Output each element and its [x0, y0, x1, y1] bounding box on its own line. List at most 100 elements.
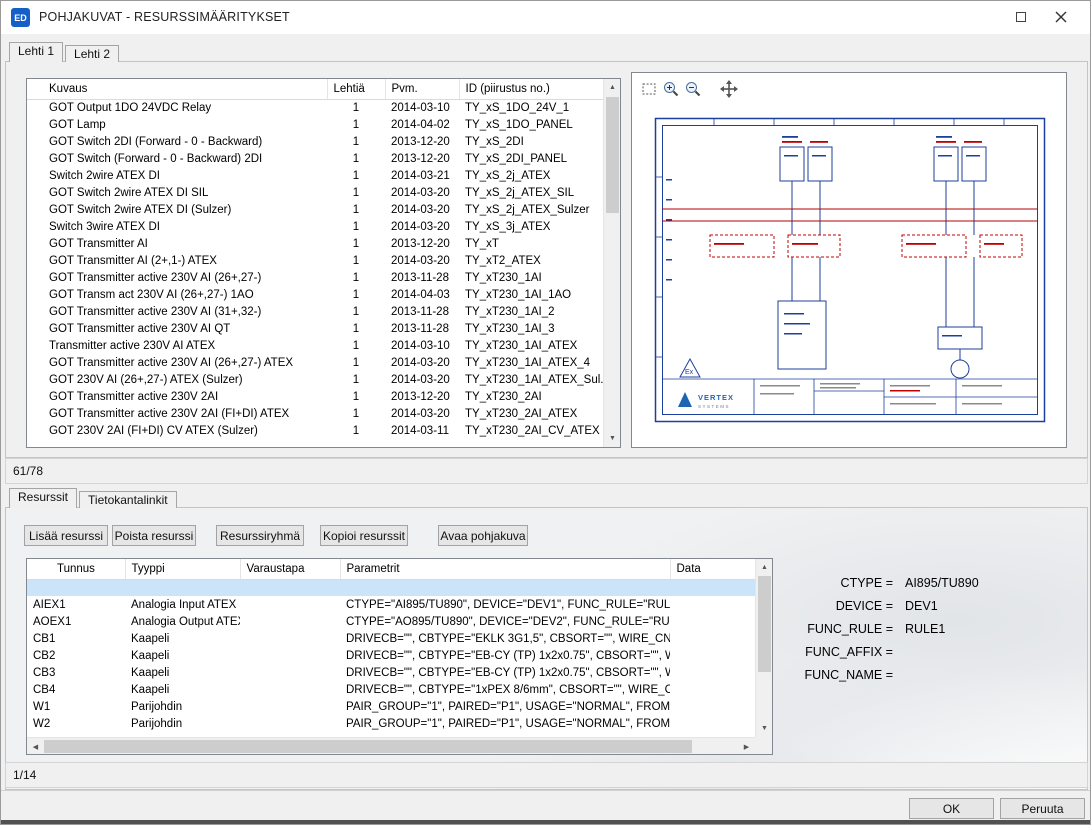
- cell-id: TY_xS_3j_ATEX: [459, 218, 605, 235]
- titlebar[interactable]: ED POHJAKUVAT - RESURSSIMÄÄRITYKSET: [1, 1, 1090, 34]
- close-button[interactable]: [1038, 1, 1084, 33]
- schematic-drawing[interactable]: Ex VERTEX SYSTEMS: [654, 117, 1046, 423]
- column-header-tunnus[interactable]: Tunnus: [27, 559, 125, 579]
- column-header-id[interactable]: ID (piirustus no.): [459, 79, 605, 99]
- cell-lehtia: 1: [327, 269, 385, 286]
- table-row[interactable]: GOT Transmitter active 230V 2AI (FI+DI) …: [27, 405, 605, 422]
- tab-lehti-2[interactable]: Lehti 2: [65, 45, 119, 62]
- cell-pvm: 2014-03-20: [385, 371, 459, 388]
- table-row[interactable]: Transmitter active 230V AI ATEX12014-03-…: [27, 337, 605, 354]
- table-row[interactable]: CB4KaapeliDRIVECB="", CBTYPE="1xPEX 8/6m…: [27, 681, 757, 698]
- scrollbar-thumb[interactable]: [44, 740, 692, 753]
- zoom-out-icon[interactable]: [682, 78, 704, 100]
- detail-key: FUNC_RULE =: [793, 622, 893, 636]
- table-row[interactable]: [27, 579, 757, 596]
- column-header-tyyppi[interactable]: Tyyppi: [125, 559, 240, 579]
- table-row[interactable]: AOEX1Analogia Output ATEXCTYPE="AO895/TU…: [27, 613, 757, 630]
- table-row[interactable]: GOT Switch 2wire ATEX DI SIL12014-03-20T…: [27, 184, 605, 201]
- table-row[interactable]: CB3KaapeliDRIVECB="", CBTYPE="EB-CY (TP)…: [27, 664, 757, 681]
- scroll-up-icon[interactable]: ▲: [756, 559, 773, 576]
- cell-data: [670, 664, 757, 681]
- scroll-left-icon[interactable]: ◀: [27, 738, 44, 755]
- cell-pvm: 2013-12-20: [385, 150, 459, 167]
- cell-varaustapa: [240, 613, 340, 630]
- scroll-right-icon[interactable]: ▶: [738, 738, 755, 755]
- cancel-button[interactable]: Peruuta: [1000, 798, 1085, 819]
- cell-lehtia: 1: [327, 405, 385, 422]
- add-resource-button[interactable]: Lisää resurssi: [24, 525, 108, 546]
- open-template-button[interactable]: Avaa pohjakuva: [438, 525, 528, 546]
- cell-pvm: 2013-12-20: [385, 235, 459, 252]
- cell-lehtia: 1: [327, 218, 385, 235]
- cell-pvm: 2014-03-10: [385, 337, 459, 354]
- copy-resources-button[interactable]: Kopioi resurssit: [320, 525, 408, 546]
- resources-horizontal-scrollbar[interactable]: ◀ ▶: [27, 737, 755, 754]
- zoom-window-icon[interactable]: [638, 78, 660, 100]
- table-row[interactable]: CB2KaapeliDRIVECB="", CBTYPE="EB-CY (TP)…: [27, 647, 757, 664]
- maximize-icon: [1016, 12, 1026, 22]
- cell-pvm: 2014-03-20: [385, 218, 459, 235]
- table-row[interactable]: GOT Transmitter AI12013-12-20TY_xT: [27, 235, 605, 252]
- table-row[interactable]: GOT Transm act 230V AI (26+,27-) 1AO1201…: [27, 286, 605, 303]
- table-row[interactable]: Switch 2wire ATEX DI12014-03-21TY_xS_2j_…: [27, 167, 605, 184]
- table-row[interactable]: GOT Switch (Forward - 0 - Backward) 2DI1…: [27, 150, 605, 167]
- ok-button[interactable]: OK: [909, 798, 994, 819]
- table-row[interactable]: Switch 3wire ATEX DI12014-03-20TY_xS_3j_…: [27, 218, 605, 235]
- column-header-parametrit[interactable]: Parametrit: [340, 559, 670, 579]
- table-row[interactable]: GOT Lamp12014-04-02TY_xS_1DO_PANEL: [27, 116, 605, 133]
- cell-lehtia: 1: [327, 150, 385, 167]
- table-row[interactable]: GOT Transmitter active 230V AI QT12013-1…: [27, 320, 605, 337]
- tab-resurssit[interactable]: Resurssit: [9, 488, 77, 508]
- drawing-preview-pane[interactable]: Ex VERTEX SYSTEMS: [631, 72, 1067, 448]
- table-row[interactable]: GOT Transmitter active 230V AI (26+,27-)…: [27, 269, 605, 286]
- cell-lehtia: 1: [327, 320, 385, 337]
- cell-tunnus: CB2: [27, 647, 125, 664]
- table-row[interactable]: GOT 230V 2AI (FI+DI) CV ATEX (Sulzer)120…: [27, 422, 605, 439]
- table-row[interactable]: GOT Transmitter active 230V AI (26+,27-)…: [27, 354, 605, 371]
- cell-lehtia: 1: [327, 99, 385, 116]
- column-header-varaustapa[interactable]: Varaustapa: [240, 559, 340, 579]
- table-row[interactable]: W2ParijohdinPAIR_GROUP="1", PAIRED="P1",…: [27, 715, 757, 732]
- cell-tunnus: AIEX1: [27, 596, 125, 613]
- cell-id: TY_xT230_2AI: [459, 388, 605, 405]
- table-row[interactable]: AIEX1Analogia Input ATEXCTYPE="AI895/TU8…: [27, 596, 757, 613]
- cell-tunnus: CB3: [27, 664, 125, 681]
- table-row[interactable]: GOT Output 1DO 24VDC Relay12014-03-10TY_…: [27, 99, 605, 116]
- column-header-kuvaus[interactable]: Kuvaus: [27, 79, 327, 99]
- table-row[interactable]: GOT Transmitter AI (2+,1-) ATEX12014-03-…: [27, 252, 605, 269]
- app-icon[interactable]: ED: [11, 8, 30, 27]
- scrollbar-thumb[interactable]: [758, 576, 771, 672]
- templates-vertical-scrollbar[interactable]: ▲ ▼: [603, 79, 620, 447]
- table-row[interactable]: GOT 230V AI (26+,27-) ATEX (Sulzer)12014…: [27, 371, 605, 388]
- resources-vertical-scrollbar[interactable]: ▲ ▼: [755, 559, 772, 737]
- scrollbar-thumb[interactable]: [606, 97, 619, 213]
- column-header-pvm[interactable]: Pvm.: [385, 79, 459, 99]
- scroll-up-icon[interactable]: ▲: [604, 79, 621, 96]
- resources-count: 1/14: [13, 768, 36, 782]
- cell-tyyppi: Parijohdin: [125, 698, 240, 715]
- column-header-lehtia[interactable]: Lehtiä: [327, 79, 385, 99]
- cell-kuvaus: GOT Output 1DO 24VDC Relay: [27, 99, 327, 116]
- tab-lehti-1[interactable]: Lehti 1: [9, 42, 63, 62]
- detail-key: FUNC_NAME =: [793, 668, 893, 682]
- scroll-down-icon[interactable]: ▼: [604, 430, 621, 447]
- table-row[interactable]: W1ParijohdinPAIR_GROUP="1", PAIRED="P1",…: [27, 698, 757, 715]
- cell-lehtia: 1: [327, 337, 385, 354]
- remove-resource-button[interactable]: Poista resurssi: [112, 525, 196, 546]
- zoom-in-icon[interactable]: [660, 78, 682, 100]
- table-row[interactable]: GOT Switch 2DI (Forward - 0 - Backward)1…: [27, 133, 605, 150]
- table-row[interactable]: GOT Transmitter active 230V 2AI12013-12-…: [27, 388, 605, 405]
- cell-tyyppi: Kaapeli: [125, 630, 240, 647]
- table-row[interactable]: CB1KaapeliDRIVECB="", CBTYPE="EKLK 3G1,5…: [27, 630, 757, 647]
- scroll-down-icon[interactable]: ▼: [756, 720, 773, 737]
- cell-varaustapa: [240, 579, 340, 596]
- resources-status-bar: 1/14: [5, 762, 1088, 788]
- table-row[interactable]: GOT Transmitter active 230V AI (31+,32-)…: [27, 303, 605, 320]
- column-header-data[interactable]: Data: [670, 559, 757, 579]
- tab-tietokantalinkit[interactable]: Tietokantalinkit: [79, 491, 177, 508]
- pan-icon[interactable]: [718, 78, 740, 100]
- table-row[interactable]: GOT Switch 2wire ATEX DI (Sulzer)12014-0…: [27, 201, 605, 218]
- dialog-footer: OK Peruuta: [1, 790, 1091, 820]
- cell-data: [670, 681, 757, 698]
- resource-group-button[interactable]: Resurssiryhmä: [216, 525, 304, 546]
